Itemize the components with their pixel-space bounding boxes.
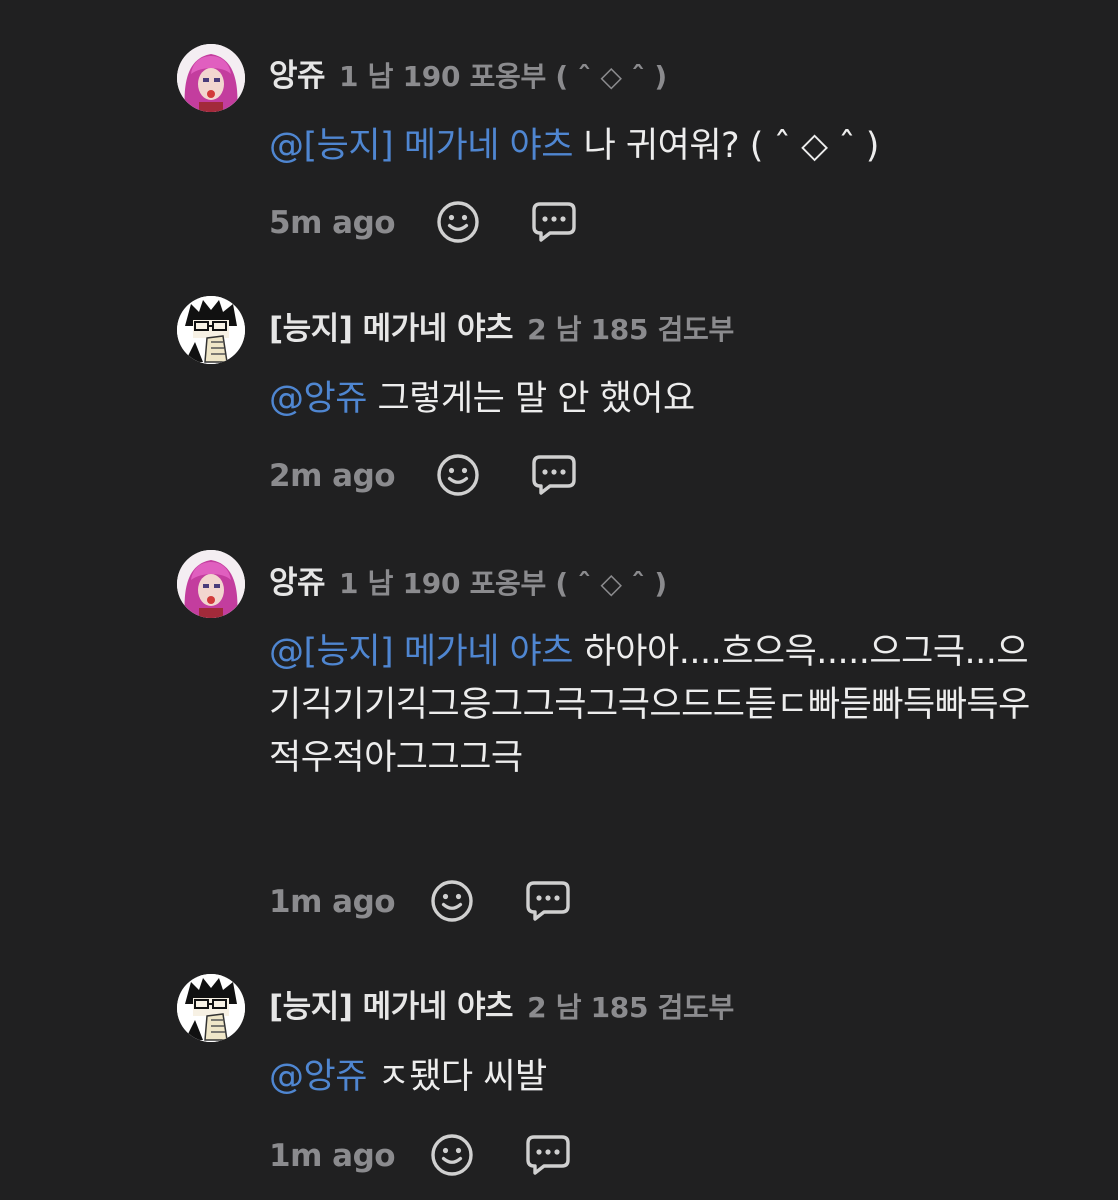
comment-body: @앙쥬 그렇게는 말 안 했어요	[269, 373, 1059, 426]
speech-bubble-icon	[532, 202, 576, 242]
comment-timestamp: 5m ago	[269, 205, 396, 241]
react-button[interactable]	[428, 877, 476, 925]
pink-hair-avatar-icon	[177, 550, 245, 618]
comment-body: @앙쥬 ㅈ됐다 씨발	[269, 1051, 1059, 1104]
comment-author[interactable]: 앙쥬	[269, 557, 326, 602]
speech-bubble-icon	[526, 881, 570, 921]
comment-author-meta: 2 남 185 검도부	[527, 313, 734, 346]
comment-timestamp: 1m ago	[269, 884, 396, 920]
reply-button[interactable]	[524, 877, 572, 925]
comment-author[interactable]: 앙쥬	[269, 50, 326, 95]
comment-text: ㅈ됐다 씨발	[366, 1057, 548, 1097]
smiley-icon	[431, 880, 473, 922]
react-button[interactable]	[434, 451, 482, 499]
mention-link[interactable]: @[능지] 메가네 야츠	[269, 126, 573, 166]
reply-button[interactable]	[530, 451, 578, 499]
react-button[interactable]	[428, 1131, 476, 1179]
speech-bubble-icon	[526, 1135, 570, 1175]
glasses-avatar-icon	[177, 296, 245, 364]
mention-link[interactable]: @앙쥬	[269, 1057, 367, 1097]
comment-author-meta: 1 남 190 포옹부 ( ˆ ◇ ˆ )	[339, 567, 667, 600]
comment-timestamp: 1m ago	[269, 1138, 396, 1174]
avatar[interactable]	[177, 550, 245, 618]
comment-timestamp: 2m ago	[269, 458, 396, 494]
mention-link[interactable]: @[능지] 메가네 야츠	[269, 632, 573, 672]
smiley-icon	[437, 454, 479, 496]
glasses-avatar-icon	[177, 974, 245, 1042]
comment-author[interactable]: [능지] 메가네 야츠	[269, 981, 514, 1026]
comment-author[interactable]: [능지] 메가네 야츠	[269, 303, 514, 348]
reply-button[interactable]	[530, 198, 578, 246]
smiley-icon	[431, 1134, 473, 1176]
avatar[interactable]	[177, 296, 245, 364]
speech-bubble-icon	[532, 455, 576, 495]
reply-button[interactable]	[524, 1131, 572, 1179]
avatar[interactable]	[177, 44, 245, 112]
comment-author-meta: 2 남 185 검도부	[527, 991, 734, 1024]
comment-body: @[능지] 메가네 야츠 나 귀여워? ( ˆ ◇ ˆ )	[269, 120, 1059, 173]
mention-link[interactable]: @앙쥬	[269, 379, 367, 419]
pink-hair-avatar-icon	[177, 44, 245, 112]
react-button[interactable]	[434, 198, 482, 246]
comment-body: @[능지] 메가네 야츠 하아아....흐으윽.....으그극...으기긱기기긱…	[269, 626, 1059, 785]
smiley-icon	[437, 201, 479, 243]
comment-author-meta: 1 남 190 포옹부 ( ˆ ◇ ˆ )	[339, 60, 667, 93]
comment-text: 그렇게는 말 안 했어요	[366, 379, 696, 419]
avatar[interactable]	[177, 974, 245, 1042]
comment-text: 나 귀여워? ( ˆ ◇ ˆ )	[572, 126, 880, 166]
